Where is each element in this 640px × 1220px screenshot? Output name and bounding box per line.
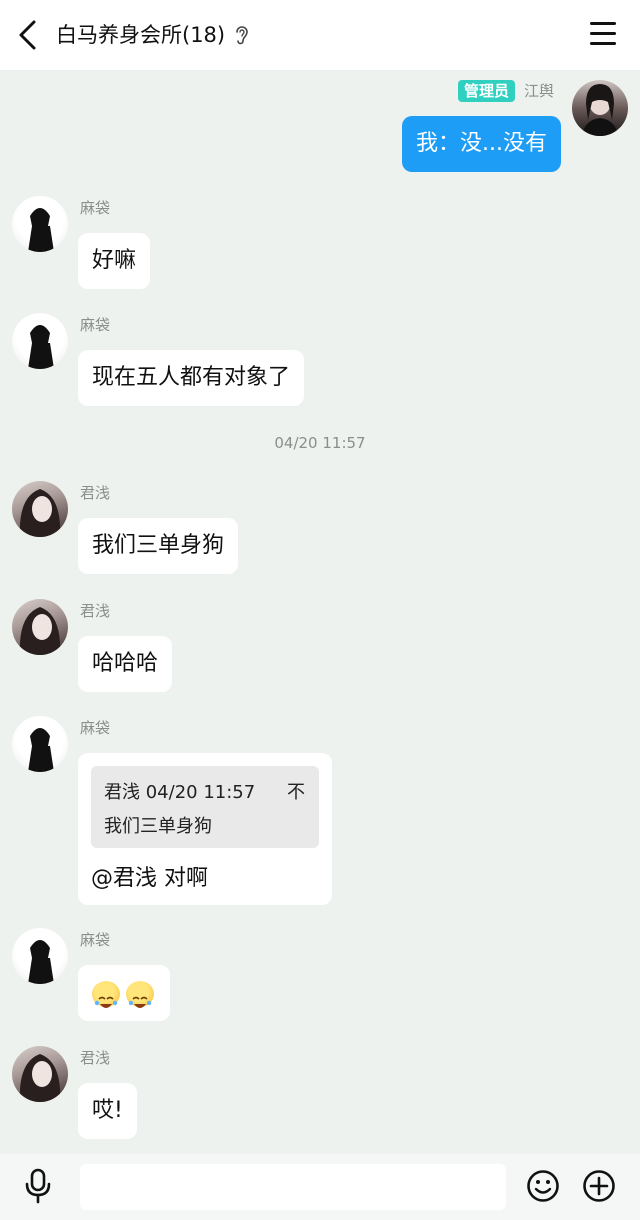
timestamp: 04/20 11:57 — [274, 434, 366, 452]
quote-header: 君浅 04/20 11:57 — [104, 782, 256, 803]
reply-text: @君浅 对啊 — [91, 866, 208, 891]
sender-name[interactable]: 麻袋 — [80, 930, 110, 950]
admin-badge: 管理员 — [458, 80, 516, 102]
avatar-image — [28, 208, 54, 252]
message-bubble[interactable]: 哈哈哈 — [78, 636, 173, 692]
ear-icon — [236, 26, 248, 45]
smiley-icon[interactable] — [526, 1169, 560, 1203]
avatar-image — [28, 940, 54, 984]
message-bubble[interactable]: 君浅 04/20 11:57 不 我们三单身狗 @君浅 对啊 — [78, 753, 332, 905]
message-item-self: 管理员 江舆 我：没...没有 — [0, 80, 640, 180]
avatar-image — [582, 84, 618, 136]
message-bubble[interactable]: 哎! — [78, 1083, 137, 1139]
sender-name[interactable]: 君浅 — [80, 1048, 110, 1068]
avatar[interactable] — [12, 599, 68, 655]
avatar-image — [19, 489, 61, 537]
sender-name[interactable]: 麻袋 — [80, 718, 110, 738]
message-item: 麻袋 现在五人都有对象了 — [0, 313, 640, 413]
avatar-image — [28, 728, 54, 772]
message-bubble[interactable]: 现在五人都有对象了 — [78, 350, 305, 406]
message-item: 麻袋 好嘛 — [0, 196, 640, 296]
back-icon[interactable] — [14, 18, 42, 52]
menu-icon[interactable] — [590, 22, 616, 46]
message-item: 麻袋 — [0, 928, 640, 1028]
message-bubble[interactable]: 好嘛 — [78, 233, 151, 289]
message-bubble[interactable]: 我们三单身狗 — [78, 518, 239, 574]
message-bubble[interactable]: 我：没...没有 — [402, 116, 561, 172]
avatar[interactable] — [12, 313, 68, 369]
avatar[interactable] — [12, 1046, 68, 1102]
chat-header: 白马养身会所(18) — [0, 0, 640, 70]
message-item: 君浅 哈哈哈 — [0, 599, 640, 699]
face-with-tears-of-joy-icon — [92, 981, 120, 1008]
face-with-tears-of-joy-icon — [126, 981, 154, 1008]
quoted-message[interactable]: 君浅 04/20 11:57 不 我们三单身狗 — [91, 766, 319, 848]
avatar[interactable] — [12, 928, 68, 984]
message-item: 麻袋 君浅 04/20 11:57 不 我们三单身狗 @君浅 对啊 — [0, 716, 640, 916]
avatar[interactable] — [12, 481, 68, 537]
quote-text: 我们三单身狗 — [104, 816, 212, 837]
plus-circle-icon[interactable] — [582, 1169, 616, 1203]
sender-name[interactable]: 麻袋 — [80, 315, 110, 335]
message-list[interactable]: 管理员 江舆 我：没...没有 麻袋 好嘛 麻袋 现在五人都有对象了 04/20… — [0, 70, 640, 1154]
avatar[interactable] — [572, 80, 628, 136]
sender-name[interactable]: 君浅 — [80, 483, 110, 503]
input-bar — [0, 1154, 640, 1220]
message-input[interactable] — [80, 1164, 506, 1210]
sender-name[interactable]: 江舆 — [524, 81, 554, 101]
avatar-image — [19, 1054, 61, 1102]
message-bubble[interactable] — [78, 965, 170, 1021]
avatar[interactable] — [12, 196, 68, 252]
message-item: 君浅 我们三单身狗 — [0, 481, 640, 581]
sender-name[interactable]: 麻袋 — [80, 198, 110, 218]
avatar[interactable] — [12, 716, 68, 772]
avatar-image — [28, 325, 54, 369]
sender-name[interactable]: 君浅 — [80, 601, 110, 621]
group-title[interactable]: 白马养身会所(18) — [56, 20, 225, 50]
avatar-image — [19, 607, 61, 655]
message-item: 君浅 哎! — [0, 1046, 640, 1146]
microphone-icon[interactable] — [24, 1168, 52, 1204]
quote-arrow-icon: 不 — [287, 782, 305, 803]
